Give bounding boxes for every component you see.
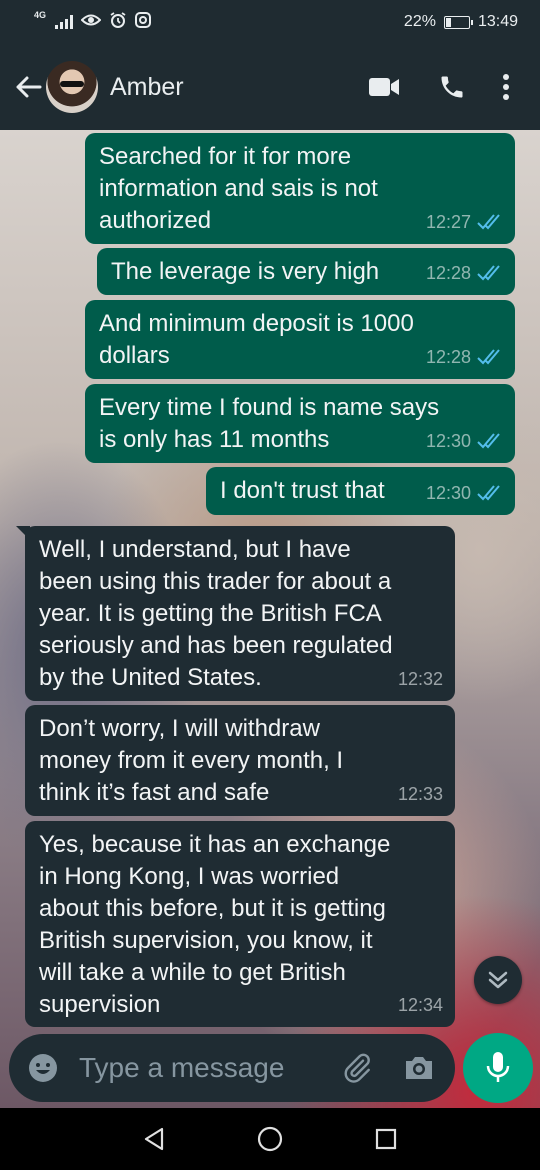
read-ticks-icon [477, 214, 503, 230]
status-bar: 4G 22% 13:49 [0, 0, 540, 44]
nav-back-icon[interactable] [96, 1108, 212, 1170]
message-time: 12:34 [397, 995, 443, 1015]
message-line: about this before, but it is getting [39, 895, 386, 922]
message-line: been using this trader for about a [39, 568, 392, 595]
system-nav-bar [0, 1108, 540, 1170]
message-line: Don’t worry, I will withdraw [39, 715, 320, 742]
message-line: by the United States. [39, 664, 262, 691]
message-line: in Hong Kong, I was worried [39, 863, 340, 890]
message-line: Well, I understand, but I have [39, 536, 351, 563]
instagram-icon [135, 11, 152, 33]
message-time: 12:30 [425, 431, 471, 451]
read-ticks-icon [477, 265, 503, 281]
video-call-icon[interactable] [350, 63, 418, 111]
message-time: 12:32 [397, 669, 443, 689]
message-bubble-outgoing[interactable]: Searched for it for more information and… [85, 133, 515, 244]
message-time: 12:33 [397, 784, 443, 804]
mic-button[interactable] [463, 1033, 533, 1103]
message-time: 12:30 [425, 483, 471, 503]
message-bubble-incoming[interactable]: Don’t worry, I will withdraw money from … [25, 705, 455, 816]
read-ticks-icon [477, 433, 503, 449]
message-line: Yes, because it has an exchange [39, 831, 391, 858]
more-options-icon[interactable] [486, 63, 526, 111]
message-line: And minimum deposit is 1000 [99, 310, 414, 337]
message-bubble-outgoing[interactable]: And minimum deposit is 1000 dollars 12:2… [85, 300, 515, 379]
signal-icon [55, 15, 74, 29]
alarm-icon [109, 11, 127, 34]
nav-recents-icon[interactable] [328, 1108, 444, 1170]
message-bubble-incoming[interactable]: Yes, because it has an exchange in Hong … [25, 821, 455, 1027]
battery-percent: 22% [403, 13, 436, 30]
message-bubble-outgoing[interactable]: I don't trust that 12:30 [206, 467, 515, 515]
message-line: supervision [39, 991, 161, 1018]
avatar[interactable] [46, 61, 98, 113]
voice-call-icon[interactable] [418, 63, 486, 111]
back-arrow-icon[interactable] [6, 65, 50, 109]
emoji-icon[interactable] [23, 1048, 63, 1088]
message-composer: Type a message [9, 1034, 455, 1102]
message-line: seriously and has been regulated [39, 632, 393, 659]
scroll-to-bottom-button[interactable] [474, 956, 522, 1004]
battery-icon [443, 15, 473, 29]
message-bubble-outgoing[interactable]: Every time I found is name says is only … [85, 384, 515, 463]
double-chevron-down-icon [488, 971, 508, 989]
eye-icon [80, 13, 102, 32]
chat-header: Amber [0, 44, 540, 130]
mic-icon [486, 1052, 510, 1082]
camera-icon[interactable] [399, 1048, 439, 1088]
message-time: 12:28 [425, 347, 471, 367]
message-time: 12:28 [425, 263, 471, 283]
message-bubble-outgoing[interactable]: The leverage is very high 12:28 [97, 248, 515, 295]
message-line: think it’s fast and safe [39, 779, 270, 806]
message-line: money from it every month, I [39, 747, 344, 774]
chat-area[interactable]: Searched for it for more information and… [0, 130, 540, 1108]
message-time: 12:27 [425, 212, 471, 232]
message-line: information and sais is not [99, 175, 378, 202]
message-line: will take a while to get British [39, 959, 346, 986]
read-ticks-icon [477, 349, 503, 365]
message-line: year. It is getting the British FCA [39, 600, 382, 627]
read-ticks-icon [477, 485, 503, 501]
message-input[interactable]: Type a message [79, 1052, 337, 1084]
message-line: British supervision, you know, it [39, 927, 373, 954]
message-line: Searched for it for more [99, 143, 352, 170]
network-type: 4G [34, 10, 47, 20]
message-bubble-incoming[interactable]: Well, I understand, but I have been usin… [25, 526, 455, 701]
clock: 13:49 [477, 13, 518, 30]
nav-home-icon[interactable] [212, 1108, 328, 1170]
attach-icon[interactable] [337, 1048, 377, 1088]
message-line: Every time I found is name says [99, 394, 440, 421]
contact-name[interactable]: Amber [110, 73, 184, 102]
